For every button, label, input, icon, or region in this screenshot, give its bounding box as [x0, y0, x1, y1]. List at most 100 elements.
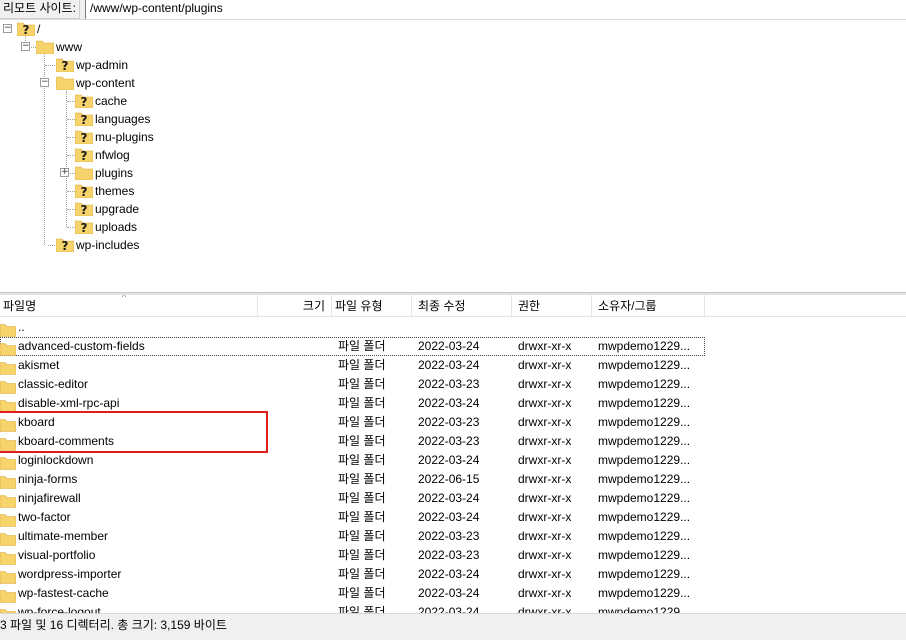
- remote-directory-tree[interactable]: − ? / − www ? wp-admin − wp-content ? ca…: [0, 20, 906, 292]
- folder-question-icon: ?: [75, 94, 93, 108]
- status-text: 3 파일 및 16 디렉터리. 총 크기: 3,159 바이트: [0, 618, 227, 632]
- svg-text:?: ?: [62, 239, 69, 252]
- file-permissions: drwxr-xr-x: [518, 396, 572, 410]
- remote-file-list[interactable]: 파일명 ^ 크기 파일 유형 최종 수정 권한 소유자/그룹 .. advanc…: [0, 295, 906, 613]
- svg-text:?: ?: [81, 149, 88, 162]
- file-owner: mwpdemo1229...: [598, 415, 691, 429]
- collapse-minus-icon[interactable]: −: [3, 24, 12, 33]
- column-header-name[interactable]: 파일명 ^: [0, 295, 258, 317]
- file-type: 파일 폴더: [338, 605, 386, 613]
- file-name: ..: [18, 320, 25, 334]
- tree-item-label: nfwlog: [95, 148, 130, 162]
- file-permissions: drwxr-xr-x: [518, 453, 572, 467]
- file-name: loginlockdown: [18, 453, 94, 467]
- file-modified: 2022-06-15: [418, 472, 480, 486]
- sort-ascending-icon: ^: [122, 295, 127, 302]
- folder-icon: [56, 76, 74, 90]
- file-type: 파일 폴더: [338, 453, 386, 467]
- file-permissions: drwxr-xr-x: [518, 605, 572, 613]
- file-permissions: drwxr-xr-x: [518, 567, 572, 581]
- list-item[interactable]: visual-portfolio 파일 폴더 2022-03-23 drwxr-…: [0, 546, 906, 565]
- folder-icon: [36, 40, 54, 54]
- column-header-size[interactable]: 크기: [258, 295, 332, 317]
- collapse-minus-icon[interactable]: −: [40, 78, 49, 87]
- file-owner: mwpdemo1229...: [598, 434, 691, 448]
- tree-item-label: themes: [95, 184, 135, 198]
- file-owner: mwpdemo1229...: [598, 567, 691, 581]
- list-item[interactable]: advanced-custom-fields 파일 폴더 2022-03-24 …: [0, 337, 906, 356]
- file-type: 파일 폴더: [338, 339, 386, 353]
- file-modified: 2022-03-23: [418, 434, 480, 448]
- file-modified: 2022-03-24: [418, 567, 480, 581]
- file-name: wp-fastest-cache: [18, 586, 109, 600]
- expand-plus-icon[interactable]: +: [60, 168, 69, 177]
- file-type: 파일 폴더: [338, 415, 386, 429]
- file-name: disable-xml-rpc-api: [18, 396, 120, 410]
- list-item[interactable]: kboard-comments 파일 폴더 2022-03-23 drwxr-x…: [0, 432, 906, 451]
- file-type: 파일 폴더: [338, 472, 386, 486]
- list-item[interactable]: two-factor 파일 폴더 2022-03-24 drwxr-xr-x m…: [0, 508, 906, 527]
- svg-text:?: ?: [23, 23, 30, 36]
- list-item[interactable]: wordpress-importer 파일 폴더 2022-03-24 drwx…: [0, 565, 906, 584]
- file-permissions: drwxr-xr-x: [518, 339, 572, 353]
- file-owner: mwpdemo1229...: [598, 529, 691, 543]
- remote-path-input[interactable]: /www/wp-content/plugins: [85, 0, 906, 19]
- file-name: wp-force-logout: [18, 605, 101, 613]
- svg-text:?: ?: [81, 221, 88, 234]
- list-item[interactable]: akismet 파일 폴더 2022-03-24 drwxr-xr-x mwpd…: [0, 356, 906, 375]
- list-item[interactable]: ultimate-member 파일 폴더 2022-03-23 drwxr-x…: [0, 527, 906, 546]
- list-item[interactable]: wp-fastest-cache 파일 폴더 2022-03-24 drwxr-…: [0, 584, 906, 603]
- list-item[interactable]: ninjafirewall 파일 폴더 2022-03-24 drwxr-xr-…: [0, 489, 906, 508]
- file-modified: 2022-03-23: [418, 415, 480, 429]
- file-name: two-factor: [18, 510, 71, 524]
- file-permissions: drwxr-xr-x: [518, 529, 572, 543]
- collapse-minus-icon[interactable]: −: [21, 42, 30, 51]
- file-permissions: drwxr-xr-x: [518, 548, 572, 562]
- file-modified: 2022-03-23: [418, 377, 480, 391]
- file-owner: mwpdemo1229...: [598, 472, 691, 486]
- svg-text:?: ?: [81, 131, 88, 144]
- column-header-permissions[interactable]: 권한: [512, 295, 592, 317]
- column-header-modified[interactable]: 최종 수정: [412, 295, 512, 317]
- status-bar: 3 파일 및 16 디렉터리. 총 크기: 3,159 바이트: [0, 613, 906, 640]
- column-owner-label: 소유자/그룹: [598, 299, 657, 313]
- svg-text:?: ?: [81, 185, 88, 198]
- folder-question-icon: ?: [75, 202, 93, 216]
- file-owner: mwpdemo1229...: [598, 548, 691, 562]
- list-item[interactable]: classic-editor 파일 폴더 2022-03-23 drwxr-xr…: [0, 375, 906, 394]
- column-name-label: 파일명: [3, 299, 37, 313]
- file-name: wordpress-importer: [18, 567, 122, 581]
- column-header-owner[interactable]: 소유자/그룹: [592, 295, 705, 317]
- file-owner: mwpdemo1229...: [598, 491, 691, 505]
- file-modified: 2022-03-24: [418, 396, 480, 410]
- folder-question-icon: ?: [75, 112, 93, 126]
- list-item[interactable]: ninja-forms 파일 폴더 2022-06-15 drwxr-xr-x …: [0, 470, 906, 489]
- tree-item-label: mu-plugins: [95, 130, 154, 144]
- column-header-type[interactable]: 파일 유형: [332, 295, 412, 317]
- list-item[interactable]: disable-xml-rpc-api 파일 폴더 2022-03-24 drw…: [0, 394, 906, 413]
- svg-text:?: ?: [62, 59, 69, 72]
- file-owner: mwpdemo1229...: [598, 453, 691, 467]
- list-item-parent[interactable]: ..: [0, 318, 906, 337]
- file-owner: mwpdemo1229...: [598, 358, 691, 372]
- file-type: 파일 폴더: [338, 529, 386, 543]
- file-list-header: 파일명 ^ 크기 파일 유형 최종 수정 권한 소유자/그룹: [0, 295, 906, 317]
- file-name: ultimate-member: [18, 529, 109, 543]
- svg-text:?: ?: [81, 95, 88, 108]
- column-permissions-label: 권한: [518, 299, 541, 313]
- file-name: ninja-forms: [18, 472, 78, 486]
- file-type: 파일 폴더: [338, 510, 386, 524]
- file-modified: 2022-03-24: [418, 339, 480, 353]
- file-modified: 2022-03-23: [418, 548, 480, 562]
- list-item[interactable]: wp-force-logout 파일 폴더 2022-03-24 drwxr-x…: [0, 603, 906, 613]
- list-item[interactable]: kboard 파일 폴더 2022-03-23 drwxr-xr-x mwpde…: [0, 413, 906, 432]
- file-name: ninjafirewall: [18, 491, 81, 505]
- file-name: akismet: [18, 358, 60, 372]
- svg-text:?: ?: [81, 113, 88, 126]
- folder-question-icon: ?: [56, 238, 74, 252]
- list-item[interactable]: loginlockdown 파일 폴더 2022-03-24 drwxr-xr-…: [0, 451, 906, 470]
- remote-site-bar: 리모트 사이트: /www/wp-content/plugins: [0, 0, 906, 20]
- folder-question-icon: ?: [75, 130, 93, 144]
- tree-item-label: cache: [95, 94, 128, 108]
- folder-icon: [0, 609, 16, 613]
